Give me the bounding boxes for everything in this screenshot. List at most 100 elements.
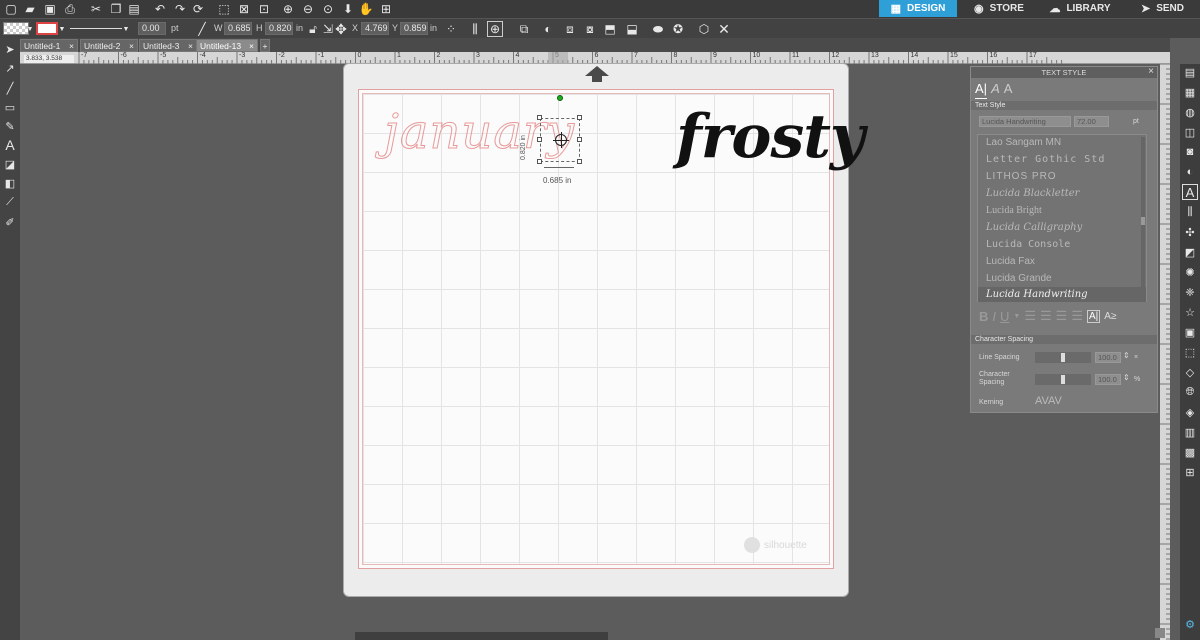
replicate-panel-icon[interactable]: ❈ xyxy=(1182,284,1198,300)
tab-library[interactable]: ☁ LIBRARY xyxy=(1040,0,1120,17)
open-folder-icon[interactable]: ▰ xyxy=(22,1,38,17)
eyedropper-icon[interactable]: ✐ xyxy=(2,214,18,230)
dot-grid-icon[interactable]: ⁘ xyxy=(443,21,459,37)
fit-page-icon[interactable]: ⊞ xyxy=(378,1,394,17)
close-icon[interactable]: × xyxy=(1148,66,1154,77)
align-right-icon[interactable]: ☰ xyxy=(1056,308,1068,324)
paste-icon[interactable]: ▤ xyxy=(126,1,142,17)
rectangle-icon[interactable]: ▭ xyxy=(2,99,18,115)
resize-handle[interactable] xyxy=(577,137,582,142)
width-input[interactable]: 0.685 xyxy=(224,22,252,35)
close-icon[interactable]: × xyxy=(69,41,74,51)
chevron-down-icon[interactable]: ▼ xyxy=(122,21,130,37)
center-crosshair-icon[interactable] xyxy=(553,132,569,148)
tab-store[interactable]: ◉ STORE xyxy=(963,0,1035,17)
font-list-item[interactable]: Lucida Fax xyxy=(986,256,1035,267)
resize-handle[interactable] xyxy=(577,115,582,120)
add-tab-button[interactable]: + xyxy=(260,39,270,52)
italic-button[interactable]: I xyxy=(992,309,996,324)
line-icon[interactable]: ╱ xyxy=(2,80,18,96)
chevron-down-icon[interactable]: ▼ xyxy=(26,21,34,37)
font-size-input[interactable]: 72.00 xyxy=(1074,116,1109,127)
fill-gradient-icon[interactable]: ◫ xyxy=(1182,124,1198,140)
select-arrow-icon[interactable]: ➤ xyxy=(2,41,18,57)
move-down-icon[interactable]: ⬇ xyxy=(340,1,356,17)
char-spacing-input[interactable]: 100.0 xyxy=(1095,374,1121,385)
x-position-input[interactable]: 4.769 xyxy=(361,22,389,35)
cut-icon[interactable]: ✂ xyxy=(88,1,104,17)
doc-tab-active[interactable]: Untitled-13 × xyxy=(196,39,258,52)
ungroup-icon[interactable]: ⧇ xyxy=(582,21,598,37)
close-icon[interactable]: ✕ xyxy=(716,21,732,37)
duplicate-icon[interactable]: ◐ xyxy=(540,21,556,37)
new-document-icon[interactable]: ▢ xyxy=(3,1,19,17)
nesting-icon[interactable]: ⊞ xyxy=(1182,464,1198,480)
resize-handle[interactable] xyxy=(577,159,582,164)
line-style-icon[interactable]: ◙ xyxy=(1182,144,1198,160)
doc-tab[interactable]: Untitled-3 × xyxy=(139,39,197,52)
bring-front-icon[interactable]: ⬒ xyxy=(602,21,618,37)
text-vertical-icon[interactable]: A| xyxy=(1086,309,1101,323)
save-icon[interactable]: ▣ xyxy=(42,1,58,17)
text-direction-icon[interactable]: A≥ xyxy=(1104,311,1116,322)
grid-icon[interactable]: ▦ xyxy=(1182,84,1198,100)
settings-gear-icon[interactable]: ⚙ xyxy=(1182,616,1198,632)
font-list-scrollbar[interactable] xyxy=(1141,137,1145,297)
print-icon[interactable]: ⎙ xyxy=(62,1,78,17)
text-style-icon[interactable]: A xyxy=(1182,184,1198,200)
resize-handle[interactable] xyxy=(537,159,542,164)
resize-handle[interactable] xyxy=(537,137,542,142)
font-list-item[interactable]: Lucida Console xyxy=(986,239,1070,250)
line-color-swatch[interactable] xyxy=(36,22,58,35)
resize-handle[interactable] xyxy=(537,115,542,120)
center-icon[interactable]: ⊕ xyxy=(487,21,503,37)
font-list-item[interactable]: Letter Gothic Std xyxy=(986,154,1105,165)
offset-star-icon[interactable]: ✪ xyxy=(670,21,686,37)
transform-icon[interactable]: ✣ xyxy=(1182,224,1198,240)
copy-icon[interactable]: ❐ xyxy=(108,1,124,17)
line-spacing-slider[interactable] xyxy=(1035,352,1091,363)
lock-aspect-icon[interactable]: 🔓︎ xyxy=(305,21,321,37)
font-list-item[interactable]: Lucida Bright xyxy=(986,205,1042,216)
font-list-item-selected[interactable]: Lucida Handwriting xyxy=(978,287,1146,302)
zoom-out-icon[interactable]: ⊖ xyxy=(300,1,316,17)
close-icon[interactable]: × xyxy=(129,41,134,51)
text-on-path-tab-icon[interactable]: A xyxy=(991,81,1000,99)
fill-color-icon[interactable]: ◍ xyxy=(1182,104,1198,120)
3d-box-icon[interactable]: ⬡ xyxy=(696,21,712,37)
font-list[interactable]: Lao Sangam MN Letter Gothic Std LITHOS P… xyxy=(977,134,1147,302)
line-style-preview[interactable] xyxy=(70,28,122,29)
warp-icon[interactable]: ◈ xyxy=(1182,404,1198,420)
edit-points-icon[interactable]: ⊡ xyxy=(256,1,272,17)
pencil-icon[interactable]: ✎ xyxy=(2,118,18,134)
text-warp-tab-icon[interactable]: A xyxy=(1004,81,1013,99)
page-setup-icon[interactable]: ▤ xyxy=(1182,64,1198,80)
align-left-icon[interactable]: ☰ xyxy=(1024,308,1036,324)
height-input[interactable]: 0.820 xyxy=(265,22,293,35)
group-icon[interactable]: ⧈ xyxy=(562,21,578,37)
y-position-input[interactable]: 0.859 xyxy=(400,22,428,35)
font-list-item[interactable]: Lao Sangam MN xyxy=(986,137,1061,148)
rotate-handle[interactable] xyxy=(557,95,563,101)
redraw-icon[interactable]: ⟳ xyxy=(190,1,206,17)
horizontal-scrollbar[interactable] xyxy=(355,632,608,640)
text-tool-icon[interactable]: A xyxy=(2,137,18,153)
stepper-icon[interactable]: ⇕ xyxy=(1123,351,1130,360)
deselect-icon[interactable]: ⊠ xyxy=(236,1,252,17)
tab-design[interactable]: ▦ DESIGN xyxy=(879,0,957,17)
transparency-icon[interactable]: ◐ xyxy=(1182,164,1198,180)
select-all-icon[interactable]: ⬚ xyxy=(216,1,232,17)
move-icon[interactable]: ✥ xyxy=(333,21,349,37)
align-justify-icon[interactable]: ☰ xyxy=(1071,308,1083,324)
trace-icon[interactable]: ▣ xyxy=(1182,324,1198,340)
font-list-item[interactable]: Lucida Blackletter xyxy=(986,188,1079,199)
doc-tab[interactable]: Untitled-2 × xyxy=(80,39,138,52)
tab-send[interactable]: ➤ SEND xyxy=(1125,0,1200,17)
chevron-down-icon[interactable]: ▼ xyxy=(1013,313,1020,320)
point-edit-icon[interactable]: ↗ xyxy=(2,60,18,76)
pan-hand-icon[interactable]: ✋ xyxy=(358,1,374,17)
offset-icon[interactable]: ✺ xyxy=(1182,264,1198,280)
library-globe-icon[interactable]: 🌐︎ xyxy=(1182,384,1198,400)
doc-tab[interactable]: Untitled-1 × xyxy=(20,39,78,52)
chevron-down-icon[interactable]: ▼ xyxy=(58,21,66,37)
